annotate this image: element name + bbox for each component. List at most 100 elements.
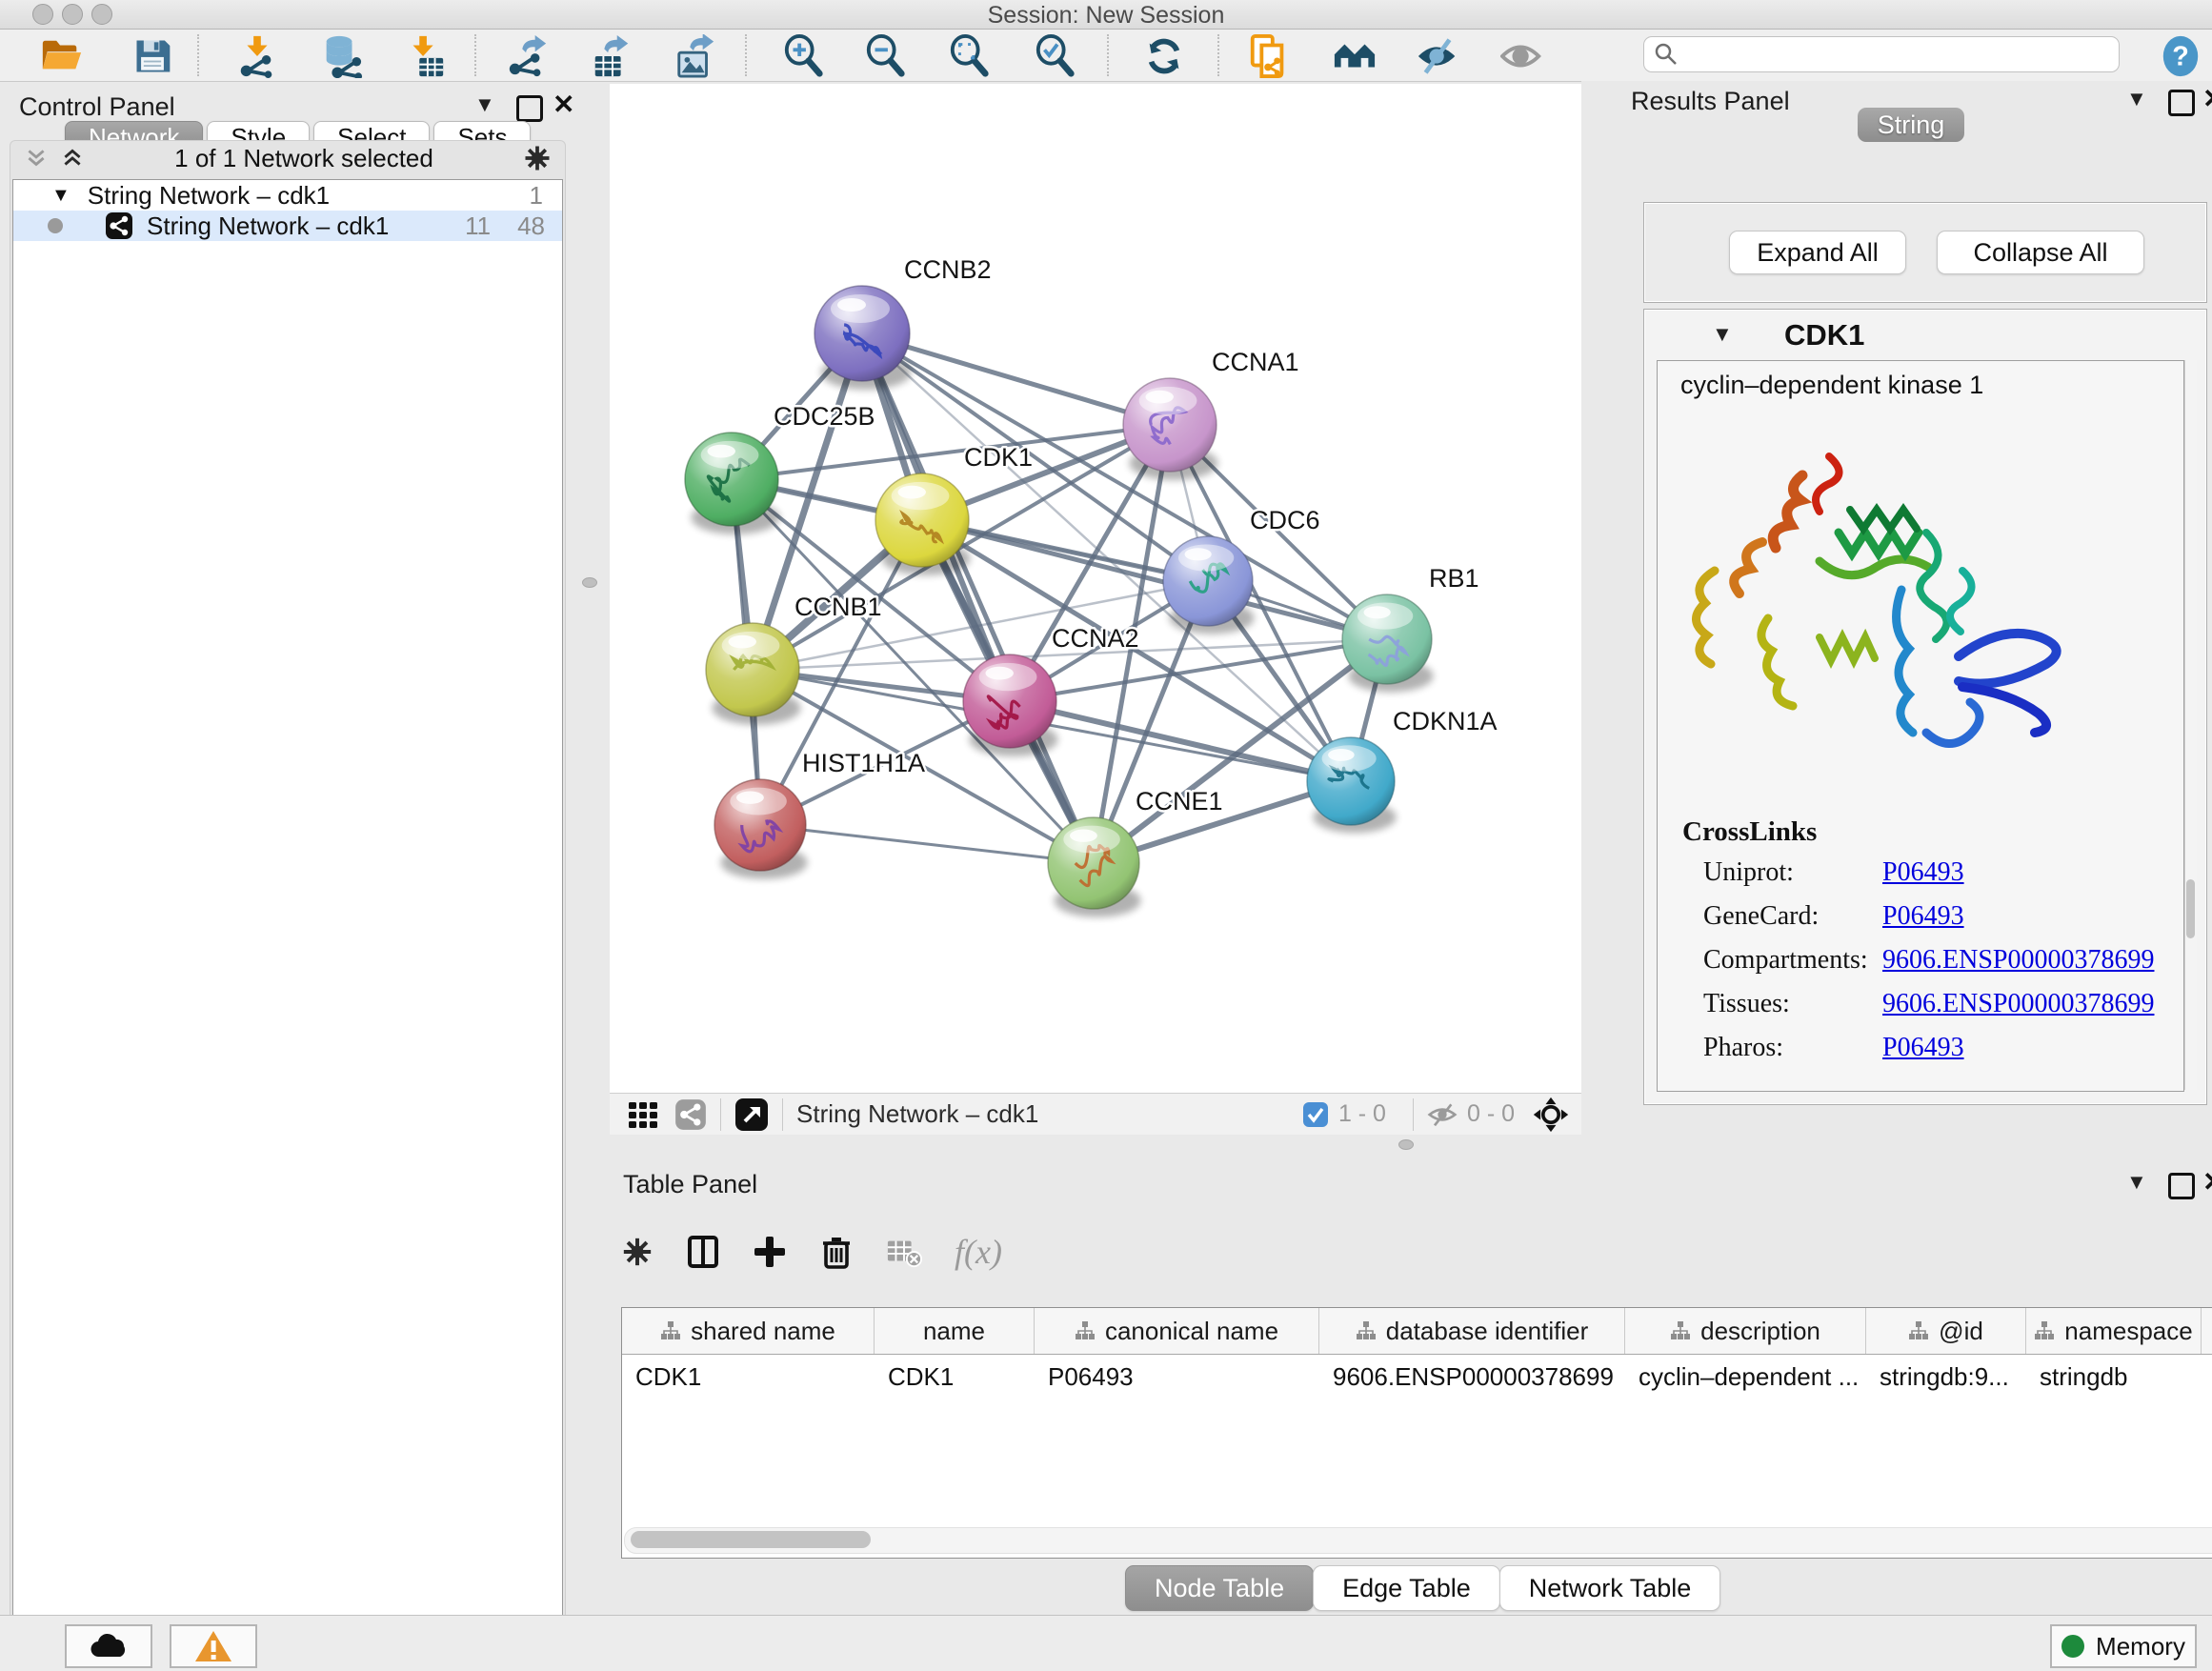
table-panel-close-icon[interactable]: ✕ [2202,1166,2212,1198]
edge-HIST1H1A-CCNE1[interactable] [760,825,1094,863]
show-all-icon[interactable] [1499,34,1545,78]
create-column-plus-icon[interactable] [753,1235,787,1269]
zoom-selected-icon[interactable] [1033,34,1078,78]
search-icon [1654,42,1679,67]
first-neighbors-icon[interactable] [1332,34,1377,78]
table-panel-menu-caret-icon[interactable]: ▼ [2126,1170,2147,1195]
node-label-CDC25B: CDC25B [774,402,875,431]
network-node-count: 11 [465,211,491,241]
export-table-icon[interactable] [589,34,634,78]
column-header-namespace[interactable]: namespace [2026,1308,2202,1354]
tab-node-table[interactable]: Node Table [1125,1565,1314,1611]
tab-string[interactable]: String [1858,108,1964,142]
search-input[interactable] [1679,40,2119,69]
gene-card-scrollbar[interactable] [2184,360,2197,1090]
export-network-icon[interactable] [505,34,551,78]
zoom-fit-icon[interactable] [947,34,993,78]
copy-style-icon[interactable] [1246,34,1292,78]
gene-card: ▼ CDK1 cyclin–dependent kinase 1 [1644,310,2206,1104]
crosslink-value-link[interactable]: P06493 [1882,901,1964,932]
node-CDK1[interactable]: CDK1 [875,443,1033,575]
column-header--id[interactable]: @id [1866,1308,2026,1354]
table-row[interactable]: CDK1CDK1P064939606.ENSP00000378699cyclin… [622,1355,2212,1399]
column-header-name[interactable]: name [875,1308,1035,1354]
table-horizontal-scrollbar[interactable] [624,1527,2212,1554]
node-CDKN1A[interactable]: CDKN1A [1307,707,1498,833]
node-CCNB1[interactable]: CCNB1 [706,593,882,725]
crosslink-label: Uniprot: [1703,857,1882,888]
column-hierarchy-icon [660,1320,681,1341]
network-options-gear-icon[interactable] [523,144,552,172]
expand-all-button[interactable]: Expand All [1729,231,1906,274]
expand-all-chevrons-icon[interactable] [24,146,49,171]
save-session-icon[interactable] [130,34,175,78]
control-panel-close-icon[interactable]: ✕ [553,89,574,120]
zoom-in-icon[interactable] [781,34,827,78]
table-cell[interactable]: P06493 [1035,1355,1319,1399]
node-CDC25B[interactable]: CDC25B [685,402,875,534]
network-view-canvas[interactable]: CCNB2CCNA1CDC25BCDK1CDC6RB1CCNB1CCNA2CDK… [610,84,1581,1093]
column-header-description[interactable]: description [1625,1308,1866,1354]
show-columns-icon[interactable] [686,1235,720,1269]
help-button[interactable]: ? [2159,34,2202,83]
selected-checkbox-icon[interactable] [1302,1101,1329,1128]
table-panel-title: Table Panel [623,1170,757,1199]
import-table-file-icon[interactable] [402,34,448,78]
tab-edge-table[interactable]: Edge Table [1313,1565,1500,1611]
delete-column-trash-icon[interactable] [819,1235,854,1269]
results-panel-menu-caret-icon[interactable]: ▼ [2126,87,2147,111]
grid-view-icon[interactable] [627,1098,659,1131]
birdseye-pan-icon[interactable] [1532,1096,1570,1134]
network-row-selected[interactable]: String Network – cdk1 11 48 [13,211,562,241]
column-header-database-identifier[interactable]: database identifier [1319,1308,1625,1354]
toolbar-separator [1217,34,1219,76]
open-session-icon[interactable] [38,34,84,78]
column-header-shared-name[interactable]: shared name [622,1308,875,1354]
collapse-all-chevrons-icon[interactable] [60,146,85,171]
hide-selected-icon[interactable] [1416,34,1461,78]
table-cell[interactable]: cyclin–dependent ... [1625,1355,1866,1399]
detach-view-icon[interactable] [734,1097,769,1132]
zoom-out-icon[interactable] [863,34,909,78]
crosslink-value-link[interactable]: 9606.ENSP00000378699 [1882,945,2154,976]
table-cell[interactable]: 9606.ENSP00000378699 [1319,1355,1625,1399]
gene-collapse-caret-icon[interactable]: ▼ [1712,322,1733,347]
table-panel-float-icon[interactable] [2168,1173,2195,1199]
crosslink-value-link[interactable]: 9606.ENSP00000378699 [1882,989,2154,1019]
tab-network-table[interactable]: Network Table [1499,1565,1721,1611]
network-list-view-icon[interactable] [674,1098,707,1131]
collapse-all-button[interactable]: Collapse All [1937,231,2144,274]
warnings-button[interactable] [170,1624,257,1668]
table-cell[interactable]: CDK1 [622,1355,875,1399]
horizontal-splitter-handle[interactable] [1398,1139,1414,1150]
table-settings-gear-icon[interactable] [621,1236,654,1268]
memory-button[interactable]: Memory [2050,1624,2197,1668]
table-cell[interactable]: CDK1 [875,1355,1035,1399]
tree-expand-caret-icon[interactable]: ▼ [51,185,70,207]
node-CCNB2[interactable]: CCNB2 [814,255,992,390]
column-header-canonical-name[interactable]: canonical name [1035,1308,1319,1354]
import-network-database-icon[interactable] [318,34,364,78]
results-panel-float-icon[interactable] [2168,90,2195,116]
network-collection-row[interactable]: ▼ String Network – cdk1 1 [13,180,562,211]
crosslink-value-link[interactable]: P06493 [1882,857,1964,888]
node-HIST1H1A[interactable]: HIST1H1A [714,749,925,879]
node-CCNA1[interactable]: CCNA1 [1123,348,1299,480]
refresh-icon[interactable] [1141,34,1187,78]
table-cell[interactable]: stringdb:9... [1866,1355,2026,1399]
cloud-status-button[interactable] [65,1624,152,1668]
left-splitter-handle[interactable] [582,577,597,588]
network-graph-svg[interactable]: CCNB2CCNA1CDC25BCDK1CDC6RB1CCNB1CCNA2CDK… [610,84,1581,1093]
import-network-file-icon[interactable] [234,34,280,78]
node-CCNE1[interactable]: CCNE1 [1048,787,1223,917]
table-cell[interactable]: stringdb [2026,1355,2202,1399]
node-label-CDKN1A: CDKN1A [1393,707,1498,735]
edge-CCNB2-CCNE1[interactable] [862,333,1094,863]
edge-CDK1-RB1[interactable] [922,520,1387,639]
control-panel-menu-caret-icon[interactable]: ▼ [474,92,495,117]
node-RB1[interactable]: RB1 [1342,564,1479,692]
export-image-icon[interactable] [673,34,718,78]
results-panel-close-icon[interactable]: ✕ [2202,83,2212,114]
crosslink-value-link[interactable]: P06493 [1882,1033,1964,1063]
control-panel-float-icon[interactable] [516,95,543,122]
